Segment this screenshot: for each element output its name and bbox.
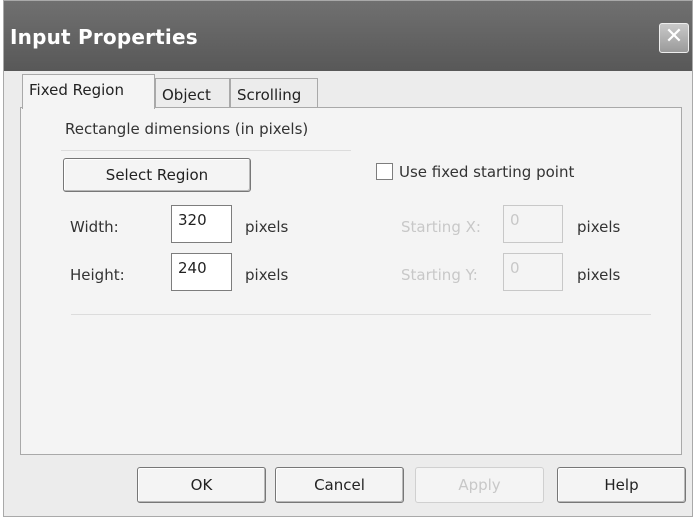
height-value: 240 (178, 259, 207, 277)
width-units-label: pixels (245, 218, 289, 236)
starting-y-field[interactable]: 0 (503, 253, 563, 291)
select-region-button[interactable]: Select Region (63, 158, 251, 192)
tab-label: Scrolling (237, 86, 302, 104)
select-region-label: Select Region (105, 166, 209, 184)
rectangle-dimensions-label: Rectangle dimensions (in pixels) (65, 120, 309, 138)
starting-x-field[interactable]: 0 (503, 205, 563, 243)
ok-label: OK (190, 476, 213, 494)
starting-y-value: 0 (510, 259, 520, 277)
tab-fixed-region[interactable]: Fixed Region (22, 74, 155, 109)
close-button[interactable]: ✕ (659, 23, 689, 53)
width-label: Width: (70, 218, 119, 236)
input-properties-dialog: Input Properties ✕ Fixed Region Object S… (3, 0, 693, 517)
group-divider (61, 150, 351, 151)
tab-label: Fixed Region (29, 81, 124, 99)
help-label: Help (604, 476, 639, 494)
height-field[interactable]: 240 (171, 253, 232, 291)
ok-button[interactable]: OK (137, 467, 266, 503)
width-value: 320 (178, 211, 207, 229)
close-icon: ✕ (664, 24, 684, 49)
dialog-title: Input Properties (10, 25, 198, 49)
starting-y-units-label: pixels (577, 266, 621, 284)
starting-x-value: 0 (510, 211, 520, 229)
panel-divider (71, 314, 651, 315)
apply-button[interactable]: Apply (415, 467, 544, 503)
use-fixed-starting-point-checkbox[interactable] (376, 163, 393, 180)
tab-object[interactable]: Object (155, 78, 230, 107)
starting-y-label: Starting Y: (401, 266, 478, 284)
apply-label: Apply (458, 476, 501, 494)
tab-scrolling[interactable]: Scrolling (230, 78, 318, 107)
use-fixed-starting-point-label: Use fixed starting point (399, 163, 575, 181)
height-label: Height: (70, 266, 125, 284)
help-button[interactable]: Help (557, 467, 686, 503)
tab-label: Object (162, 86, 211, 104)
starting-x-label: Starting X: (401, 218, 481, 236)
height-units-label: pixels (245, 266, 289, 284)
cancel-label: Cancel (314, 476, 365, 494)
title-bar[interactable]: Input Properties ✕ (4, 1, 692, 71)
fixed-region-panel: Rectangle dimensions (in pixels) Select … (20, 107, 682, 455)
starting-x-units-label: pixels (577, 218, 621, 236)
cancel-button[interactable]: Cancel (275, 467, 404, 503)
width-field[interactable]: 320 (171, 205, 232, 243)
